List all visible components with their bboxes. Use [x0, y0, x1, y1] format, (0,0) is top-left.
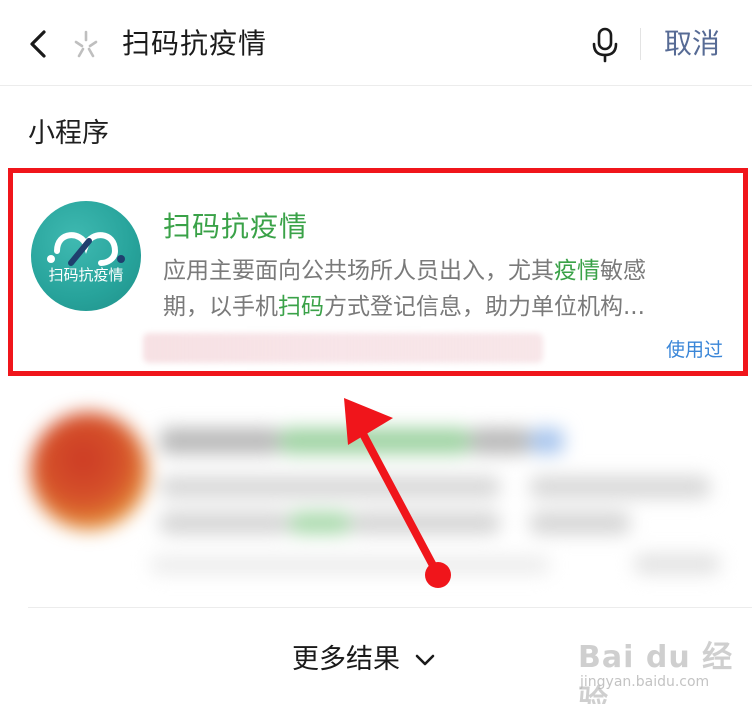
section-title-mini-programs: 小程序	[28, 118, 109, 149]
search-header: 扫码抗疫情 取消	[0, 0, 752, 86]
blurred-title	[160, 428, 280, 454]
sparkle-icon	[74, 30, 98, 58]
chevron-left-icon	[30, 30, 46, 58]
redacted-url	[143, 333, 543, 363]
chevron-down-icon	[415, 654, 435, 666]
blurred-app-logo	[30, 412, 148, 530]
baidu-jingyan-watermark: Bai du 经验 jingyan.baidu.com	[574, 618, 734, 704]
blurred-badge	[634, 554, 720, 574]
heart-logo-icon	[47, 232, 125, 266]
microphone-icon	[592, 27, 618, 63]
blurred-desc-2c	[530, 512, 630, 534]
logo-text: 扫码抗疫情	[48, 266, 124, 284]
blurred-title-highlight	[280, 428, 470, 454]
app-logo: 扫码抗疫情	[31, 201, 141, 311]
blurred-title-tail	[470, 428, 530, 454]
search-input[interactable]: 扫码抗疫情	[122, 24, 267, 64]
cancel-button[interactable]: 取消	[664, 24, 720, 64]
more-results-button[interactable]: 更多结果	[292, 638, 436, 682]
blurred-result[interactable]	[0, 392, 752, 604]
more-results-label: 更多结果	[292, 644, 400, 675]
result-description-line-1: 应用主要面向公共场所人员出入，尤其疫情敏感	[163, 258, 646, 284]
blurred-desc-2b	[350, 512, 500, 534]
back-button[interactable]	[22, 24, 56, 64]
result-title[interactable]: 扫码抗疫情	[163, 207, 308, 247]
blurred-desc-2	[160, 512, 290, 534]
blurred-desc-2-highlight	[290, 512, 350, 534]
watermark-site: jingyan.baidu.com	[580, 674, 710, 690]
voice-search-button[interactable]	[588, 24, 622, 64]
mini-program-result[interactable]: 扫码抗疫情 扫码抗疫情 应用主要面向公共场所人员出入，尤其疫情敏感 期，以手机扫…	[8, 168, 748, 376]
watermark-brand: Bai du 经验	[578, 640, 734, 704]
blurred-desc-1b	[530, 476, 710, 498]
footer-divider	[28, 607, 752, 608]
header-divider	[640, 28, 641, 60]
blurred-desc-1	[160, 476, 500, 498]
blurred-url	[150, 556, 550, 574]
used-badge: 使用过	[665, 339, 723, 361]
blurred-title-badge	[530, 428, 564, 454]
result-description-line-2: 期，以手机扫码方式登记信息，助力单位机构...	[163, 294, 645, 320]
